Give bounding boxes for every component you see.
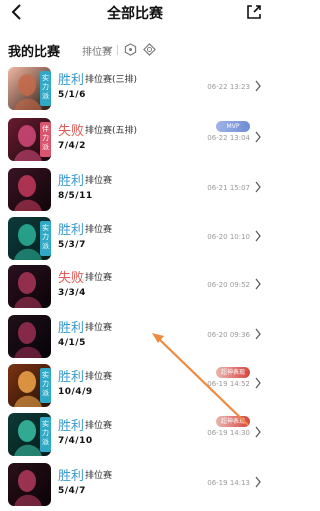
annotation-arrow xyxy=(152,333,249,426)
